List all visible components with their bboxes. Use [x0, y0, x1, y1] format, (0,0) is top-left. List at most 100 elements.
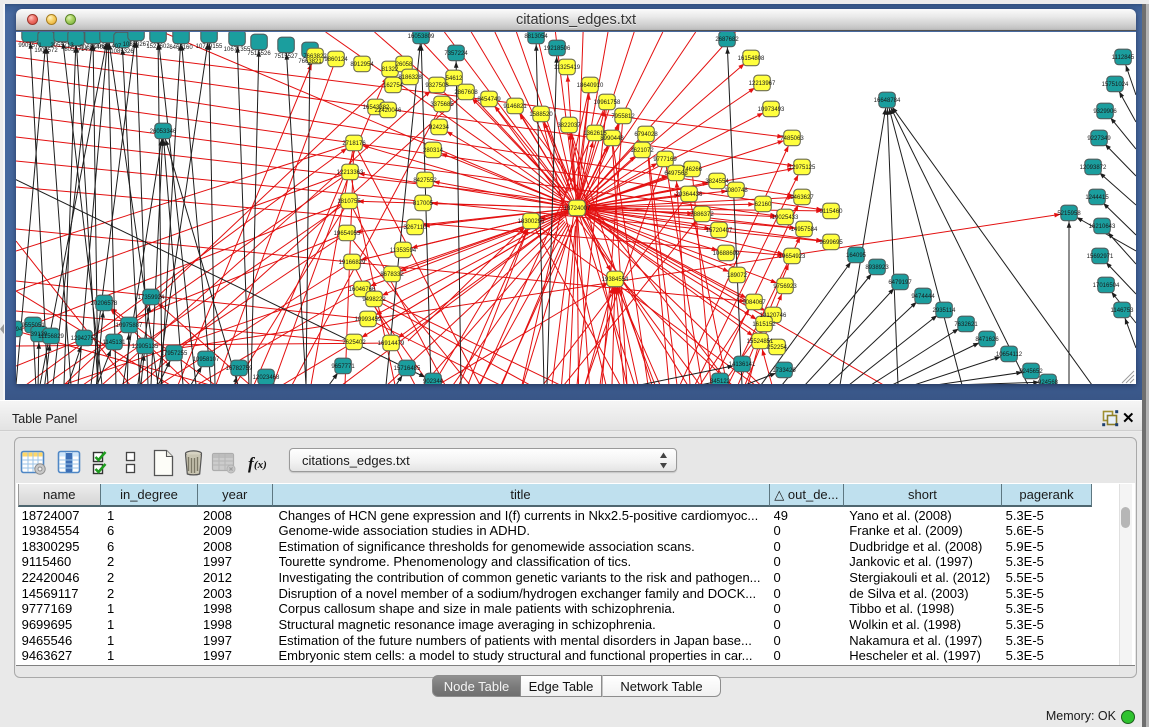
- svg-text:9756923: 9756923: [773, 284, 797, 290]
- svg-text:7886372: 7886372: [690, 212, 714, 218]
- svg-text:1527602: 1527602: [146, 44, 170, 50]
- svg-text:16648784: 16648784: [874, 98, 901, 104]
- svg-text:10120746: 10120746: [760, 313, 787, 319]
- svg-text:9329906: 9329906: [1093, 109, 1117, 115]
- svg-text:12942757: 12942757: [71, 336, 98, 342]
- svg-text:8427552: 8427552: [413, 178, 437, 184]
- svg-text:26058: 26058: [396, 62, 413, 68]
- svg-text:12975125: 12975125: [789, 165, 816, 171]
- svg-text:19166829: 19166829: [339, 260, 366, 266]
- svg-text:8912954: 8912954: [350, 62, 374, 68]
- svg-text:20206578: 20206578: [91, 301, 118, 307]
- svg-text:8454749: 8454749: [477, 97, 501, 103]
- svg-text:9084067: 9084067: [742, 300, 766, 306]
- svg-text:9498222: 9498222: [362, 297, 386, 303]
- svg-text:9115460: 9115460: [820, 209, 844, 215]
- svg-text:2867608: 2867608: [454, 90, 478, 96]
- svg-text:1080748: 1080748: [724, 188, 748, 194]
- svg-text:9227349: 9227349: [1087, 136, 1111, 142]
- svg-text:6479197: 6479197: [888, 280, 912, 286]
- svg-text:10719155: 10719155: [196, 44, 223, 50]
- svg-text:252254: 252254: [767, 345, 788, 351]
- svg-text:3824554: 3824554: [705, 179, 729, 185]
- svg-text:1112845: 1112845: [1112, 55, 1135, 61]
- svg-text:18724007: 18724007: [564, 206, 591, 212]
- svg-text:7515527: 7515527: [274, 54, 298, 60]
- svg-text:9860124: 9860124: [324, 57, 348, 63]
- svg-text:8990448: 8990448: [600, 136, 624, 142]
- svg-text:12213363: 12213363: [337, 170, 364, 176]
- svg-text:20364436: 20364436: [676, 192, 703, 198]
- svg-text:8813054: 8813054: [524, 34, 548, 40]
- svg-text:10973493: 10973493: [758, 107, 785, 113]
- svg-text:15716485: 15716485: [394, 366, 421, 372]
- svg-text:3822037: 3822037: [557, 123, 581, 129]
- svg-text:1085326: 1085326: [110, 49, 134, 55]
- svg-text:902344: 902344: [423, 379, 444, 384]
- svg-text:10688609: 10688609: [713, 251, 740, 257]
- svg-text:12023468: 12023468: [253, 375, 280, 381]
- svg-text:3267110: 3267110: [404, 225, 428, 231]
- svg-text:1615152: 1615152: [752, 322, 776, 328]
- svg-text:9463627: 9463627: [790, 195, 814, 201]
- svg-text:1810755: 1810755: [337, 199, 361, 205]
- svg-text:10993459: 10993459: [355, 317, 382, 323]
- svg-text:12905135: 12905135: [132, 344, 159, 350]
- svg-text:7955812: 7955812: [611, 114, 635, 120]
- svg-text:16914479: 16914479: [378, 341, 405, 347]
- svg-text:11156829: 11156829: [38, 334, 64, 340]
- svg-text:9327508: 9327508: [425, 83, 449, 89]
- svg-text:10025433: 10025433: [772, 215, 799, 221]
- svg-text:16053809: 16053809: [408, 34, 435, 40]
- svg-text:9245652: 9245652: [1019, 369, 1043, 375]
- svg-text:9474444: 9474444: [911, 294, 935, 300]
- svg-text:19218506: 19218506: [544, 46, 571, 52]
- svg-text:10961758: 10961758: [594, 100, 621, 106]
- svg-text:62160: 62160: [755, 202, 772, 208]
- svg-text:7357224: 7357224: [444, 51, 468, 57]
- svg-text:3375685: 3375685: [430, 102, 454, 108]
- svg-text:16154808: 16154808: [738, 56, 765, 62]
- svg-text:2687682: 2687682: [715, 37, 739, 43]
- svg-text:18640910: 18640910: [577, 83, 604, 89]
- svg-text:5215958: 5215958: [1057, 211, 1081, 217]
- svg-text:15692971: 15692971: [1087, 254, 1114, 260]
- svg-text:9657771: 9657771: [331, 364, 355, 370]
- svg-text:2935114: 2935114: [933, 308, 957, 314]
- svg-text:8678332: 8678332: [380, 272, 404, 278]
- svg-text:12213967: 12213967: [749, 81, 776, 87]
- svg-text:1244415: 1244415: [1085, 195, 1109, 201]
- svg-text:9777169: 9777169: [653, 157, 677, 163]
- svg-text:7485063: 7485063: [780, 136, 804, 142]
- svg-text:8938923: 8938923: [865, 265, 889, 271]
- svg-text:81394: 81394: [16, 327, 23, 333]
- svg-text:17359924: 17359924: [138, 295, 165, 301]
- svg-text:1733426: 1733426: [772, 368, 796, 374]
- svg-text:19654923: 19654923: [779, 254, 806, 260]
- svg-text:746266: 746266: [682, 167, 703, 173]
- svg-text:7632621: 7632621: [954, 322, 978, 328]
- svg-text:10958107: 10958107: [193, 357, 220, 363]
- svg-text:(x): (x): [254, 459, 267, 471]
- svg-text:6794028: 6794028: [634, 132, 658, 138]
- svg-text:12093872: 12093872: [1080, 165, 1107, 171]
- svg-text:16046766: 16046766: [349, 287, 376, 293]
- svg-text:17957255: 17957255: [161, 351, 188, 357]
- svg-text:9555051: 9555051: [21, 323, 45, 329]
- svg-text:11353594: 11353594: [390, 248, 417, 254]
- svg-text:7625402: 7625402: [342, 340, 366, 346]
- svg-text:7515526: 7515526: [247, 51, 271, 57]
- svg-text:189072: 189072: [727, 273, 748, 279]
- svg-text:9699695: 9699695: [819, 240, 843, 246]
- svg-text:1145131: 1145131: [103, 340, 127, 346]
- svg-text:18300295: 18300295: [518, 219, 545, 225]
- svg-text:22420046: 22420046: [375, 108, 402, 114]
- svg-text:11325419: 11325419: [554, 65, 581, 71]
- svg-text:924234: 924234: [429, 125, 450, 131]
- svg-text:164095: 164095: [846, 253, 867, 259]
- svg-text:10654112: 10654112: [996, 352, 1023, 358]
- svg-text:8186328: 8186328: [398, 75, 422, 81]
- svg-text:14136141: 14136141: [729, 362, 756, 368]
- svg-text:10975887: 10975887: [116, 323, 143, 329]
- svg-text:17016504: 17016504: [1093, 283, 1120, 289]
